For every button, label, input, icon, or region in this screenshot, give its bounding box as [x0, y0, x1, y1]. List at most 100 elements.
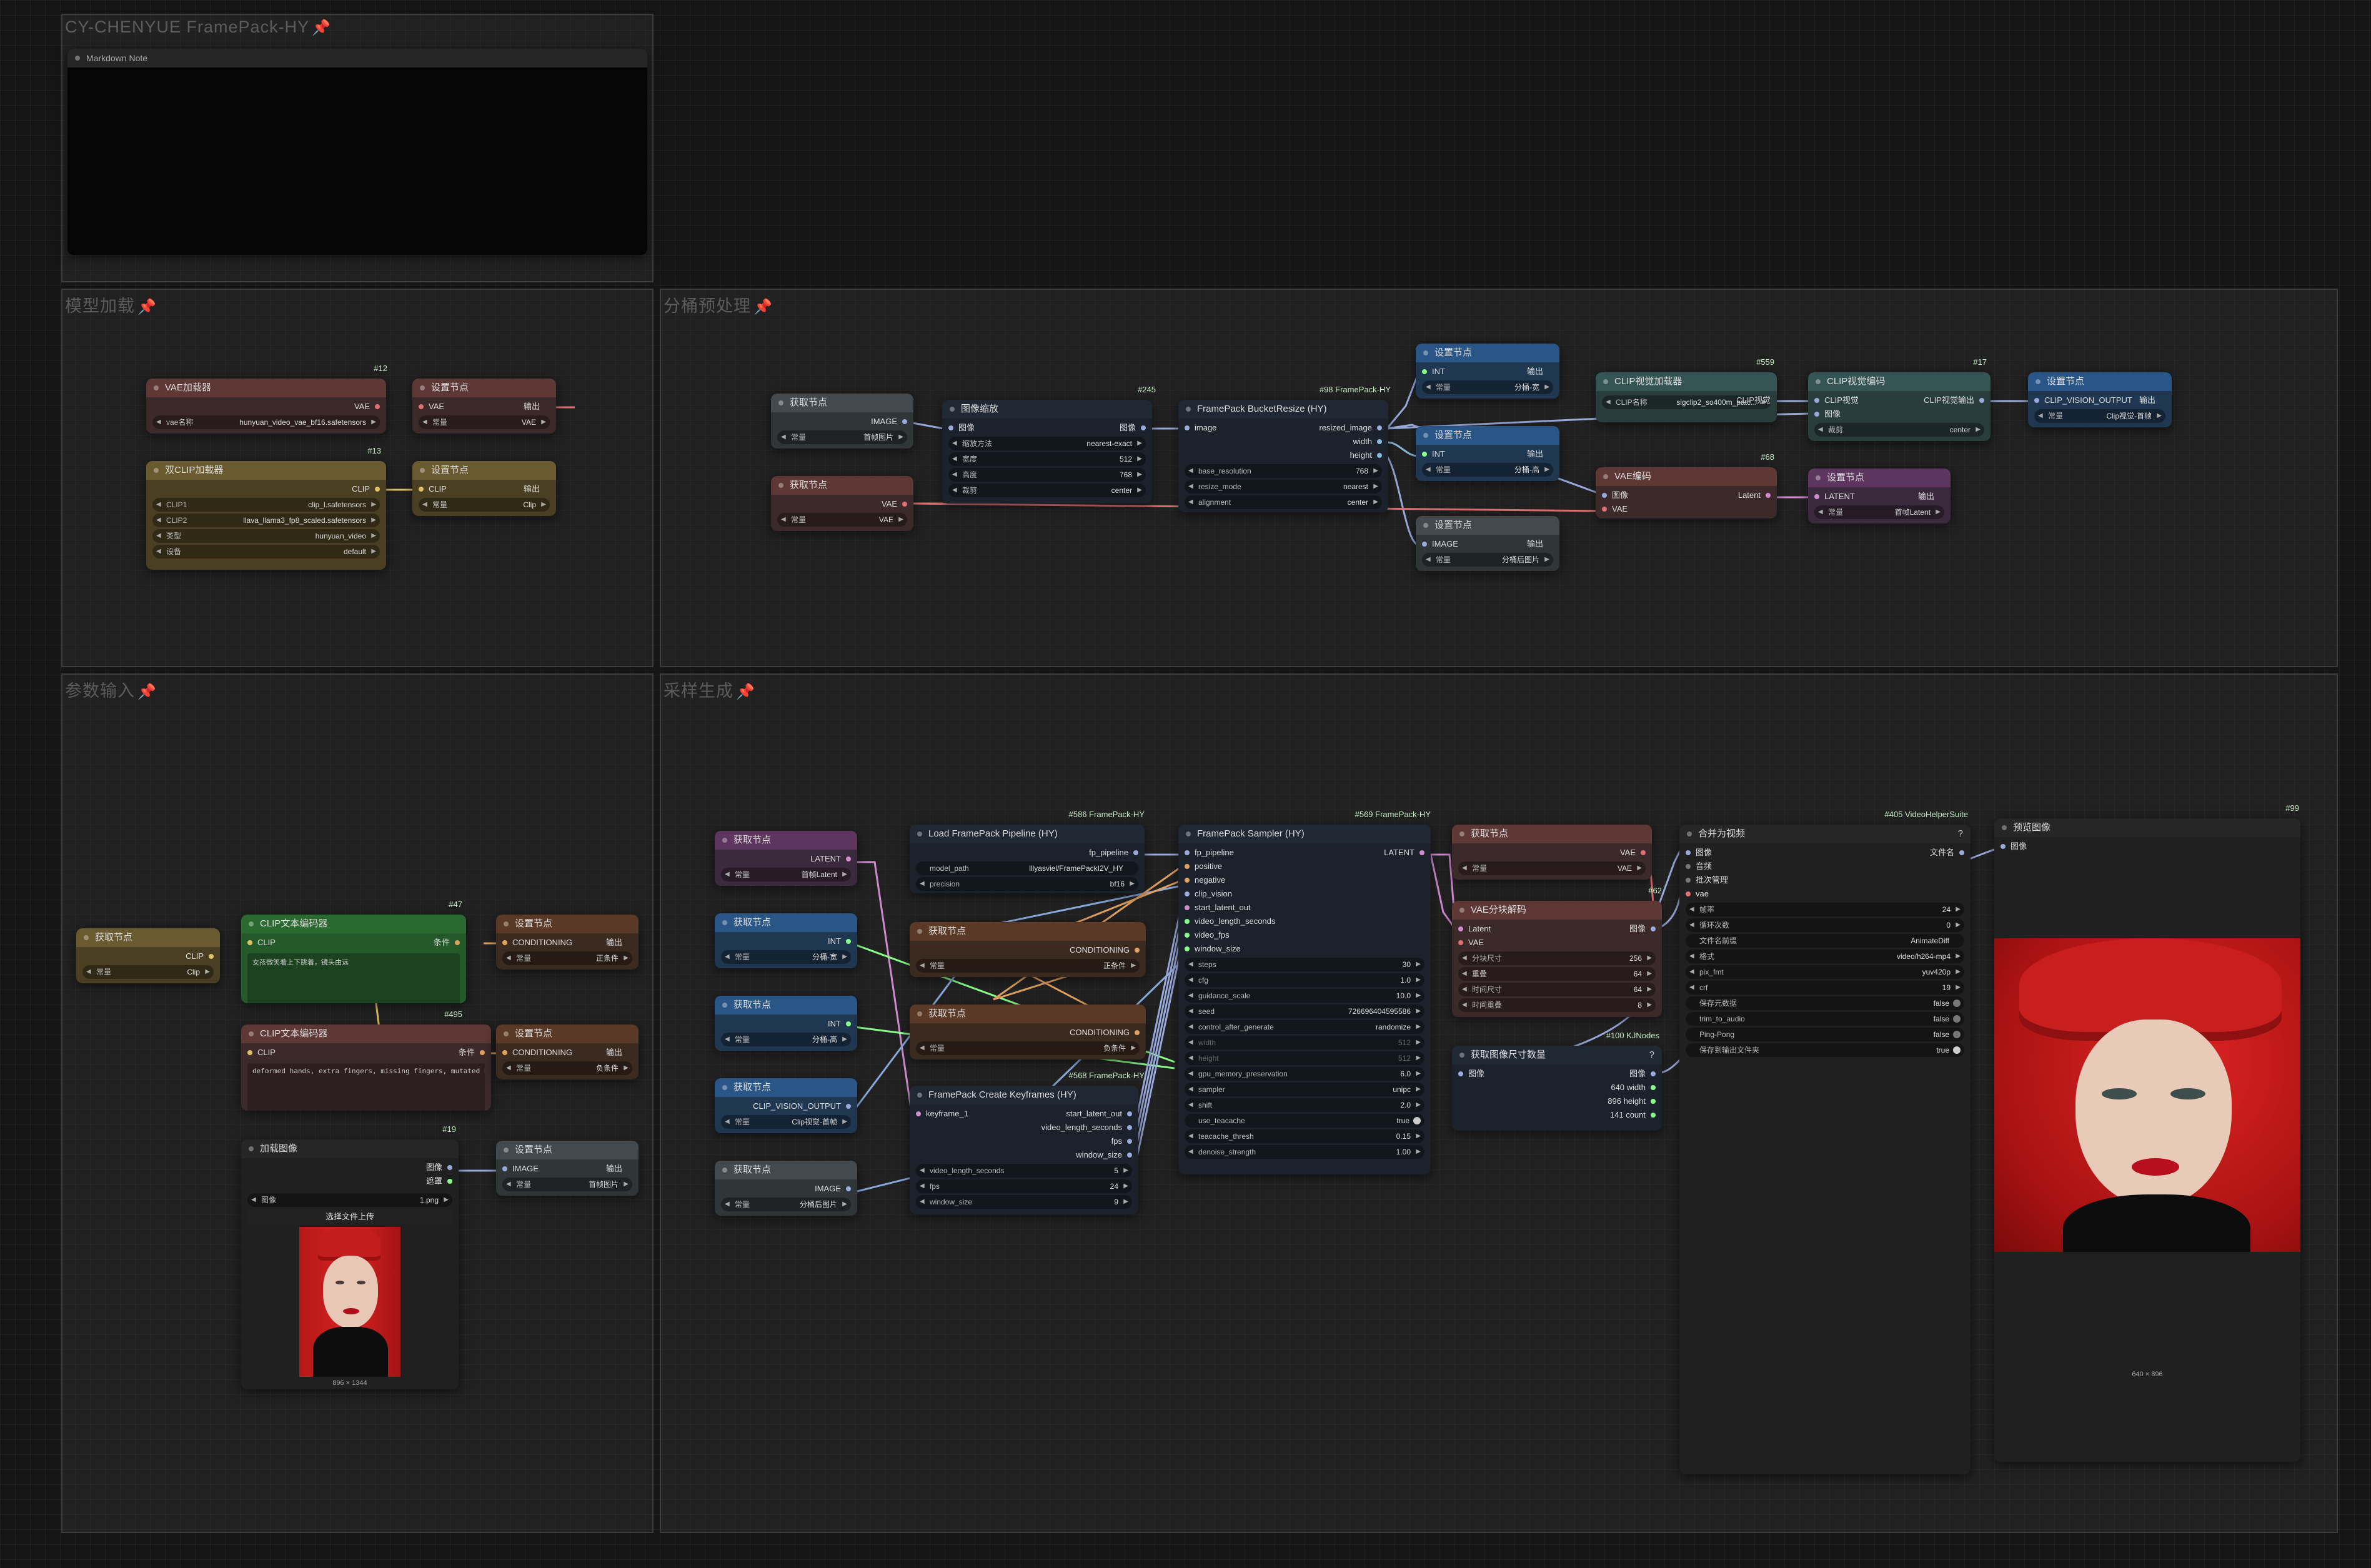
output-slot[interactable] — [375, 404, 380, 409]
precision-widget[interactable]: precisionbf16 — [916, 877, 1138, 891]
constant-widget[interactable]: 常量正条件 — [502, 951, 632, 965]
output-slot[interactable] — [1979, 398, 1984, 403]
input-slot[interactable] — [1422, 542, 1427, 547]
constant-widget[interactable]: 常量Clip视觉-首帧 — [2034, 409, 2165, 423]
output-slot[interactable] — [1127, 1125, 1132, 1130]
constant-widget[interactable]: 常量分桶后图片 — [721, 1198, 851, 1211]
output-slot[interactable] — [902, 419, 907, 424]
input-slot[interactable] — [2001, 844, 2006, 849]
ping-pong-toggle[interactable]: Ping-Pong false — [1686, 1028, 1964, 1041]
temporal-overlap-widget[interactable]: 时间重叠8 — [1458, 998, 1656, 1012]
sampler-widget[interactable]: samplerunipc — [1185, 1083, 1424, 1096]
output-slot[interactable] — [902, 502, 907, 507]
output-slot[interactable] — [1651, 1099, 1656, 1104]
input-slot[interactable] — [1185, 933, 1190, 938]
tile-size-widget[interactable]: 分块尺寸256 — [1458, 951, 1656, 965]
seed-widget[interactable]: seed726696404595586 — [1185, 1005, 1424, 1018]
temporal-size-widget[interactable]: 时间尺寸64 — [1458, 983, 1656, 996]
set-node-height[interactable]: 设置节点 INT 输出 常量分桶-高 — [1416, 426, 1559, 481]
dual-clip-loader-node[interactable]: 双CLIP加载器 CLIP CLIP1clip_l.safetensors CL… — [146, 461, 386, 570]
input-slot[interactable] — [1686, 864, 1691, 869]
constant-widget[interactable]: 常量首帧Latent — [1814, 505, 1944, 519]
get-node-clip[interactable]: 获取节点 CLIP 常量Clip — [76, 928, 220, 983]
set-node-clip[interactable]: 设置节点 CLIP 输出 常量Clip — [412, 461, 556, 516]
output-slot[interactable] — [1651, 1113, 1656, 1118]
input-slot[interactable] — [1814, 412, 1819, 417]
model-path-widget[interactable]: model_path lllyasviel/FramePackI2V_HY — [916, 861, 1138, 875]
input-slot[interactable] — [247, 1050, 252, 1055]
resize-mode-widget[interactable]: resize_modenearest — [1185, 480, 1382, 494]
steps-widget[interactable]: steps30 — [1185, 958, 1424, 971]
use-teacache-toggle[interactable]: use_teacache true — [1185, 1114, 1424, 1128]
image-file-widget[interactable]: 图像1.png — [247, 1193, 452, 1207]
shift-widget[interactable]: shift2.0 — [1185, 1098, 1424, 1112]
input-slot[interactable] — [1602, 493, 1607, 498]
input-slot[interactable] — [1185, 878, 1190, 883]
clip-vision-encode-node[interactable]: CLIP视觉编码 CLIP视觉 CLIP视觉输出 图像 裁剪center — [1808, 372, 1991, 441]
help-icon[interactable]: ? — [1958, 828, 1963, 839]
input-slot[interactable] — [1185, 850, 1190, 855]
get-node-vae[interactable]: 获取节点 VAE 常量VAE — [771, 476, 913, 531]
input-slot[interactable] — [1185, 891, 1190, 896]
vae-name-widget[interactable]: vae名称hunyuan_video_vae_bf16.safetensors — [152, 415, 380, 429]
markdown-editor[interactable] — [67, 67, 647, 255]
get-image-size-node[interactable]: 获取图像尺寸数量 ? 图像 图像 640 width 896 height 141… — [1452, 1046, 1662, 1131]
get-node-bucket-image[interactable]: 获取节点 IMAGE 常量分桶后图片 — [715, 1161, 857, 1216]
constant-widget[interactable]: 常量首帧图片 — [502, 1178, 632, 1191]
load-pipeline-node[interactable]: Load FramePack Pipeline (HY) fp_pipeline… — [910, 825, 1145, 893]
output-slot[interactable] — [1651, 1071, 1656, 1076]
scale-method-widget[interactable]: 缩放方法nearest-exact — [948, 437, 1146, 450]
constant-widget[interactable]: 常量分桶-高 — [1422, 463, 1553, 477]
output-slot[interactable] — [1377, 453, 1382, 458]
image-scale-node[interactable]: 图像缩放 图像图像 缩放方法nearest-exact 宽度512 高度768 … — [942, 400, 1152, 504]
vae-encode-node[interactable]: VAE编码 图像 Latent VAE — [1596, 467, 1777, 519]
set-node-vae[interactable]: 设置节点 VAE 输出 常量VAE — [412, 379, 556, 434]
constant-widget[interactable]: 常量负条件 — [916, 1041, 1140, 1055]
input-slot[interactable] — [1422, 369, 1427, 374]
clip-vision-loader-node[interactable]: CLIP视觉加载器 CLIP名称sigclip2_so400m_patc... … — [1596, 372, 1777, 422]
width-widget[interactable]: 宽度512 — [948, 452, 1146, 466]
base-resolution-widget[interactable]: base_resolution768 — [1185, 464, 1382, 478]
output-slot[interactable] — [375, 487, 380, 492]
preview-image-node[interactable]: 预览图像 图像 640 × 896 — [1994, 818, 2300, 1462]
get-node-clip-vision[interactable]: 获取节点 CLIP_VISION_OUTPUT 常量Clip视觉-首帧 — [715, 1078, 857, 1133]
input-slot[interactable] — [502, 1166, 507, 1171]
output-slot[interactable] — [1135, 1030, 1140, 1035]
output-slot[interactable] — [1141, 425, 1146, 430]
output-slot[interactable] — [455, 940, 460, 945]
constant-widget[interactable]: 常量首帧图片 — [777, 430, 907, 444]
input-slot[interactable] — [2034, 398, 2039, 403]
output-slot[interactable] — [1766, 493, 1771, 498]
get-node-height[interactable]: 获取节点 INT 常量分桶-高 — [715, 996, 857, 1051]
format-widget[interactable]: 格式video/h264-mp4 — [1686, 950, 1964, 963]
output-slot[interactable] — [1651, 926, 1656, 931]
bucket-resize-node[interactable]: FramePack BucketResize (HY) image resized… — [1178, 400, 1388, 512]
save-output-toggle[interactable]: 保存到输出文件夹 true — [1686, 1043, 1964, 1057]
input-slot[interactable] — [419, 487, 424, 492]
guidance-scale-widget[interactable]: guidance_scale10.0 — [1185, 989, 1424, 1003]
set-node-first-frame[interactable]: 设置节点 IMAGE 输出 常量首帧图片 — [496, 1141, 639, 1196]
frame-rate-widget[interactable]: 帧率24 — [1686, 903, 1964, 916]
input-slot[interactable] — [948, 425, 953, 430]
constant-widget[interactable]: 常量VAE — [419, 415, 550, 429]
window-size-widget[interactable]: window_size9 — [916, 1195, 1132, 1209]
constant-widget[interactable]: 常量分桶-宽 — [721, 950, 851, 964]
create-keyframes-node[interactable]: FramePack Create Keyframes (HY) keyframe… — [910, 1086, 1138, 1214]
input-slot[interactable] — [502, 1050, 507, 1055]
device-widget[interactable]: 设备default — [152, 545, 380, 558]
output-slot[interactable] — [480, 1050, 485, 1055]
gpu-memory-widget[interactable]: gpu_memory_preservation6.0 — [1185, 1067, 1424, 1081]
constant-widget[interactable]: 常量Clip视觉-首帧 — [721, 1115, 851, 1129]
input-slot[interactable] — [1686, 850, 1691, 855]
output-slot[interactable] — [209, 954, 214, 959]
set-node-latent[interactable]: 设置节点 LATENT 输出 常量首帧Latent — [1808, 469, 1951, 523]
output-slot[interactable] — [1377, 439, 1382, 444]
output-slot[interactable] — [1127, 1153, 1132, 1158]
output-slot[interactable] — [1651, 1085, 1656, 1090]
output-slot[interactable] — [1127, 1139, 1132, 1144]
type-widget[interactable]: 类型hunyuan_video — [152, 529, 380, 543]
input-slot[interactable] — [1185, 919, 1190, 924]
markdown-note-node[interactable]: Markdown Note — [67, 49, 647, 255]
input-slot[interactable] — [247, 940, 252, 945]
input-slot[interactable] — [1686, 891, 1691, 896]
